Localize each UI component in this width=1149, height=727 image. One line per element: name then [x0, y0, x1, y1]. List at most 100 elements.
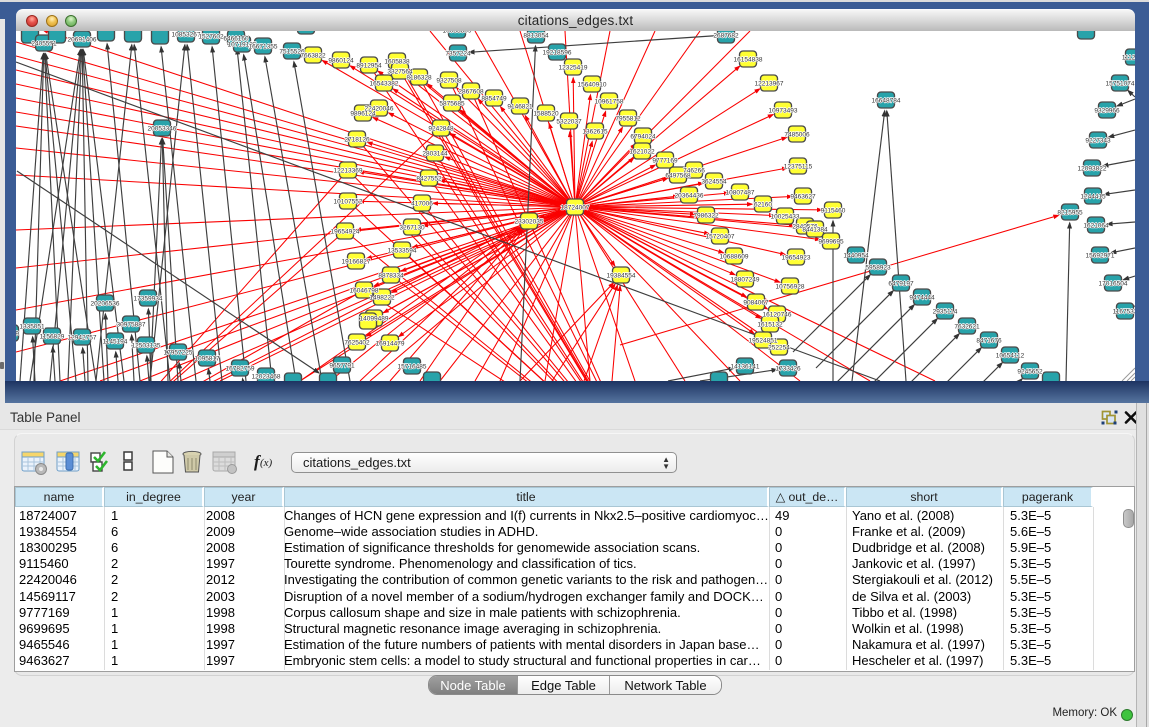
svg-text:8878334: 8878334	[378, 272, 404, 279]
svg-text:10025433: 10025433	[771, 213, 800, 220]
svg-text:17016504: 17016504	[1099, 280, 1128, 287]
svg-text:9896124: 9896124	[350, 110, 376, 117]
svg-text:9146821: 9146821	[507, 103, 533, 110]
svg-text:8215955: 8215955	[1057, 209, 1083, 216]
svg-text:9115460: 9115460	[821, 207, 846, 214]
svg-text:20053346: 20053346	[148, 125, 177, 132]
svg-text:12942757: 12942757	[68, 334, 97, 341]
svg-text:7357224: 7357224	[445, 50, 471, 57]
svg-text:20364436: 20364436	[675, 192, 704, 199]
svg-text:417006: 417006	[411, 200, 433, 207]
svg-text:1145194: 1145194	[103, 338, 128, 345]
svg-text:3267130: 3267130	[399, 224, 425, 231]
svg-text:746266: 746266	[683, 167, 705, 174]
svg-text:1335051: 1335051	[19, 323, 45, 330]
svg-text:1621064: 1621064	[1083, 222, 1109, 229]
svg-text:20206536: 20206536	[91, 300, 120, 307]
svg-text:20691406: 20691406	[68, 36, 97, 43]
svg-text:7485006: 7485006	[784, 131, 810, 138]
svg-text:12213967: 12213967	[755, 80, 784, 87]
svg-text:15720407: 15720407	[706, 233, 735, 240]
svg-text:2718126: 2718126	[344, 136, 370, 143]
svg-text:10961758: 10961758	[595, 98, 624, 105]
svg-text:12093822: 12093822	[1078, 165, 1107, 172]
svg-text:10033809: 10033809	[443, 31, 472, 34]
svg-text:16648784: 16648784	[872, 97, 901, 104]
svg-text:1621022: 1621022	[629, 148, 655, 155]
svg-text:5322037: 5322037	[556, 118, 582, 125]
svg-text:1156829: 1156829	[40, 333, 65, 340]
svg-text:9242848: 9242848	[428, 125, 454, 132]
svg-text:12325419: 12325419	[559, 64, 588, 71]
svg-text:16120746: 16120746	[763, 311, 792, 318]
svg-text:9227343: 9227343	[1085, 137, 1111, 144]
svg-text:1244415: 1244415	[1080, 193, 1106, 200]
svg-text:18724007: 18724007	[561, 204, 590, 211]
svg-text:9245652: 9245652	[1017, 368, 1043, 375]
svg-text:9860124: 9860124	[328, 57, 354, 64]
svg-text:8854749: 8854749	[481, 95, 507, 102]
svg-text:9329966: 9329966	[1094, 107, 1120, 114]
svg-text:2687682: 2687682	[713, 32, 739, 39]
svg-text:8813054: 8813054	[523, 32, 549, 39]
svg-text:7625402: 7625402	[344, 339, 370, 346]
svg-text:2803144: 2803144	[422, 150, 448, 157]
svg-text:1588520: 1588520	[533, 110, 559, 117]
svg-text:16914479: 16914479	[376, 340, 405, 347]
svg-text:16671355: 16671355	[249, 43, 278, 50]
svg-text:3624554: 3624554	[701, 178, 727, 185]
svg-text:13533594: 13533594	[388, 247, 417, 254]
svg-text:10853267: 10853267	[172, 31, 201, 38]
svg-text:14136141: 14136141	[731, 363, 760, 370]
svg-text:19654924: 19654924	[331, 228, 360, 235]
svg-text:1440954: 1440954	[843, 252, 869, 259]
svg-text:8471676: 8471676	[976, 337, 1002, 344]
svg-text:6479197: 6479197	[888, 280, 914, 287]
svg-text:2867608: 2867608	[458, 88, 484, 95]
svg-text:15716485: 15716485	[398, 363, 427, 370]
svg-text:23302035: 23302035	[515, 218, 544, 225]
svg-text:7955812: 7955812	[615, 115, 641, 122]
svg-text:9084067: 9084067	[743, 299, 769, 306]
svg-text:6794024: 6794024	[630, 133, 656, 140]
svg-text:19524851: 19524851	[749, 337, 778, 344]
svg-text:16154838: 16154838	[734, 56, 763, 63]
svg-text:252254: 252254	[768, 344, 790, 351]
svg-text:(x): (x)	[260, 457, 273, 469]
svg-text:8912954: 8912954	[356, 62, 382, 69]
svg-text:10807487: 10807487	[726, 189, 755, 196]
svg-text:7632621: 7632621	[954, 323, 980, 330]
svg-text:8441384: 8441384	[802, 226, 828, 233]
svg-text:39159: 39159	[16, 330, 19, 337]
svg-text:7663822: 7663822	[300, 52, 326, 59]
svg-text:1615132: 1615132	[757, 321, 783, 328]
svg-text:10688609: 10688609	[720, 253, 749, 260]
svg-text:9777169: 9777169	[652, 157, 678, 164]
svg-text:17957225: 17957225	[164, 349, 193, 356]
svg-text:18807249: 18807249	[731, 276, 760, 283]
svg-text:5875685: 5875685	[439, 100, 465, 107]
svg-text:19218596: 19218596	[543, 49, 572, 56]
svg-text:1362615: 1362615	[582, 128, 608, 135]
svg-text:8427552: 8427552	[416, 175, 442, 182]
svg-text:12503135: 12503135	[132, 342, 161, 349]
svg-text:10973493: 10973493	[769, 107, 798, 114]
svg-text:16543382: 16543382	[370, 80, 399, 87]
svg-text:10107552: 10107552	[334, 198, 363, 205]
svg-text:1095817: 1095817	[194, 355, 220, 362]
svg-text:9327508: 9327508	[436, 77, 462, 84]
svg-text:19384554: 19384554	[607, 272, 636, 279]
svg-text:1112484: 1112484	[1122, 54, 1135, 61]
svg-text:19166827: 19166827	[342, 258, 371, 265]
svg-text:17359934: 17359934	[134, 295, 163, 302]
svg-text:8186328: 8186328	[406, 74, 432, 81]
svg-text:1527602: 1527602	[198, 33, 224, 40]
svg-text:12213369: 12213369	[334, 167, 363, 174]
svg-text:1605838: 1605838	[384, 58, 410, 65]
svg-text:1498222: 1498222	[369, 294, 395, 301]
svg-text:19654923: 19654923	[782, 254, 811, 261]
svg-text:9657791: 9657791	[329, 362, 355, 369]
svg-text:2405571: 2405571	[31, 40, 57, 47]
svg-text:9699695: 9699695	[818, 238, 844, 245]
svg-text:30975887: 30975887	[117, 321, 146, 328]
